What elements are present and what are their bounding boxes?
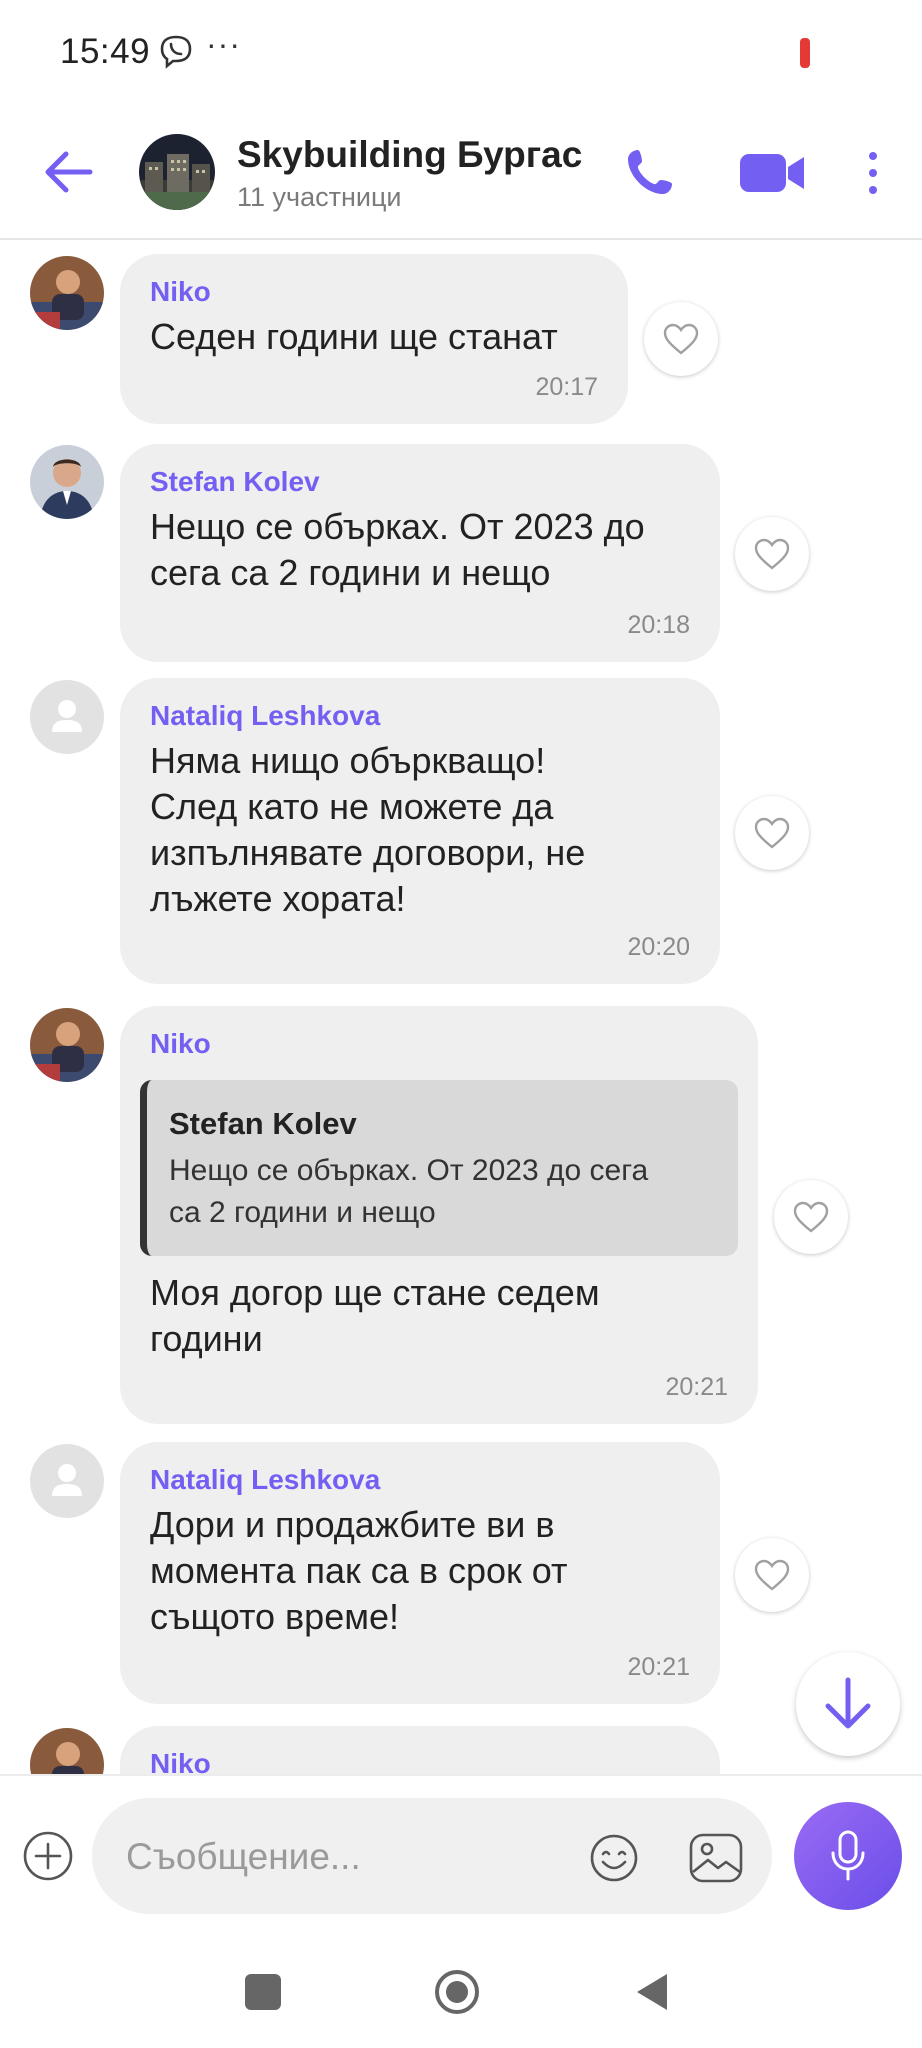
like-button[interactable] [735,796,809,870]
building-photo-icon [139,134,215,210]
home-icon[interactable] [433,1968,481,2016]
status-bar: 15:49 ··· [0,0,922,100]
person-photo-icon [30,1728,104,1774]
battery-icon [800,38,810,68]
avatar-default[interactable] [30,1444,104,1518]
heart-icon [793,1201,829,1233]
message-bubble[interactable]: Niko Stefan Kolev Нещо се объркax. От 20… [120,1006,758,1424]
microphone-icon [831,1830,865,1881]
avatar-default[interactable] [30,680,104,754]
default-user-icon [52,1464,82,1496]
video-call-icon[interactable] [738,148,806,198]
message-bubble[interactable]: Stefan Kolev Нещо се объркax. От 2023 до… [120,444,720,662]
message-time: 20:21 [627,1653,690,1681]
message-composer: Съобщение... [0,1774,922,1934]
like-button[interactable] [644,302,718,376]
quoted-sender: Stefan Kolev [169,1106,357,1141]
message-bubble[interactable]: Nataliq Leshkova Няма нищо объркващо! Сл… [120,678,720,984]
message-input-placeholder[interactable]: Съобщение... [126,1836,361,1878]
arrow-down-icon [825,1677,871,1729]
back-arrow-icon[interactable] [42,148,94,196]
status-time: 15:49 [60,32,151,71]
message-text: Няма нищо объркващо! След като не можете… [150,740,586,919]
chat-header: Skybuilding Бургас 11 участници [0,100,922,240]
message-time: 20:20 [627,933,690,961]
quoted-message[interactable]: Stefan Kolev Нещо се объркax. От 2023 до… [140,1080,738,1256]
participants-count[interactable]: 11 участници [237,182,402,213]
quoted-text: Нещо се объркax. От 2023 до сега са 2 го… [169,1154,649,1229]
voice-message-button[interactable] [794,1802,902,1910]
system-navigation-bar [0,1934,922,2048]
plus-circle-icon[interactable] [22,1830,74,1882]
message-list[interactable]: Niko Седен години ще станат 20:17 Stefan… [0,242,922,1774]
avatar-niko[interactable] [30,1728,104,1774]
chat-title[interactable]: Skybuilding Бургас [237,134,582,176]
sender-name[interactable]: Niko [150,1748,211,1774]
message-input[interactable]: Съобщение... [92,1798,772,1914]
emoji-icon[interactable] [588,1832,640,1884]
message-bubble[interactable]: Niko [120,1726,720,1774]
avatar-niko[interactable] [30,1008,104,1082]
sender-name[interactable]: Nataliq Leshkova [150,1464,380,1496]
more-options-icon[interactable] [858,148,888,198]
message-bubble[interactable]: Nataliq Leshkova Дори и продажбите ви в … [120,1442,720,1704]
like-button[interactable] [735,517,809,591]
person-photo-icon [30,256,104,330]
avatar-stefan-kolev[interactable] [30,445,104,519]
sender-name[interactable]: Stefan Kolev [150,466,320,498]
like-button[interactable] [774,1180,848,1254]
message-time: 20:18 [627,611,690,639]
group-avatar[interactable] [139,134,215,210]
heart-icon [754,817,790,849]
recent-apps-icon[interactable] [245,1974,281,2010]
more-notifications-icon: ··· [206,26,241,62]
heart-icon [754,1559,790,1591]
sender-name[interactable]: Niko [150,1028,211,1060]
sender-name[interactable]: Niko [150,276,211,308]
viber-notification-icon [160,35,192,69]
message-text: Седен години ще станат [150,316,558,357]
message-text: Моя догор ще стане седем години [150,1272,600,1359]
message-text: Дори и продажбите ви в момента пак са в … [150,1504,568,1637]
sender-name[interactable]: Nataliq Leshkova [150,700,380,732]
scroll-to-bottom-button[interactable] [796,1652,900,1756]
heart-icon [754,538,790,570]
gallery-icon[interactable] [688,1832,744,1884]
heart-icon [663,323,699,355]
message-time: 20:21 [665,1373,728,1401]
nav-back-icon[interactable] [633,1970,669,2014]
message-time: 20:17 [535,373,598,401]
message-bubble[interactable]: Niko Седен години ще станат 20:17 [120,254,628,424]
person-photo-icon [30,445,104,519]
default-user-icon [52,700,82,732]
message-text: Нещо се объркax. От 2023 до сега са 2 го… [150,506,645,593]
avatar-niko[interactable] [30,256,104,330]
person-photo-icon [30,1008,104,1082]
phone-icon[interactable] [624,146,676,198]
like-button[interactable] [735,1538,809,1612]
